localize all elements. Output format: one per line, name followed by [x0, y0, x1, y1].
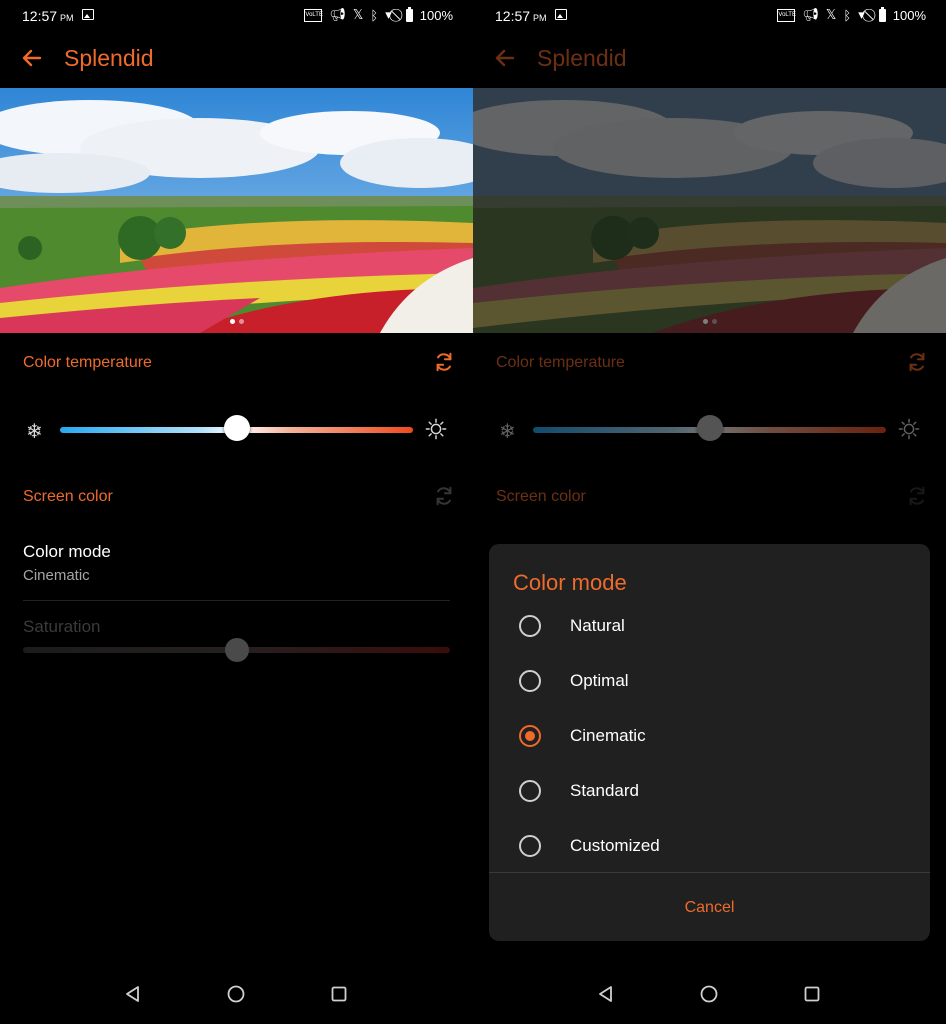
option-label: Standard — [570, 781, 639, 800]
pager-dot — [229, 319, 235, 324]
dialog-divider — [489, 872, 930, 873]
cancel-button[interactable]: Cancel — [489, 884, 930, 932]
bluetooth-icon: ᛒ — [370, 7, 379, 23]
x-icon: 𝕏 — [825, 7, 837, 22]
splendid-screen: 12:57PM VoLTE 📢︎ 𝕏 ᛒ ▾ ⃠ 100% Splendid — [0, 0, 473, 1024]
color-temperature-title: Color temperature — [23, 354, 152, 371]
saturation-label: Saturation — [23, 617, 101, 636]
color-temperature-thumb — [696, 415, 723, 441]
arrow-left-icon — [495, 49, 515, 67]
pager-dot — [702, 319, 708, 324]
option-label: Cinematic — [570, 726, 646, 745]
status-time: 12:57 PM — [22, 8, 74, 24]
option-label: Optimal — [570, 671, 629, 690]
back-triangle-icon[interactable] — [123, 984, 143, 1004]
battery-icon — [878, 6, 886, 22]
preview-image[interactable] — [0, 88, 473, 333]
radio-button[interactable] — [519, 835, 541, 857]
color-temperature-slider-row: ❄ — [473, 410, 946, 450]
page-title: Splendid — [64, 45, 154, 71]
nav-bar — [0, 968, 473, 1024]
recents-square-icon[interactable] — [329, 984, 349, 1004]
option-natural[interactable]: Natural — [489, 601, 930, 651]
divider — [23, 600, 450, 601]
app-bar: Splendid — [473, 32, 946, 87]
color-temperature-title: Color temperature — [496, 354, 625, 371]
color-mode-dialog: Color mode Natural Optimal Cinematic Sta… — [489, 544, 930, 941]
color-mode-item[interactable]: Color mode Cinematic — [23, 542, 450, 584]
status-icons: VoLTE 📢︎ 𝕏 ᛒ ▾ ⃠ 100% — [777, 6, 926, 23]
volte-icon: VoLTE — [777, 8, 796, 22]
radio-button[interactable] — [519, 615, 541, 637]
refresh-icon — [909, 486, 925, 506]
color-temperature-slider-row: ❄ — [0, 410, 473, 450]
preview-image — [473, 88, 946, 333]
option-standard[interactable]: Standard — [489, 766, 930, 816]
app-bar: Splendid — [0, 32, 473, 87]
pager-dot — [711, 319, 717, 324]
color-temperature-thumb[interactable] — [223, 415, 250, 441]
screen-color-title: Screen color — [496, 488, 586, 505]
radio-button[interactable] — [519, 670, 541, 692]
pager-dot — [238, 319, 244, 324]
flower-field-image — [473, 88, 946, 333]
flower-field-image — [0, 88, 473, 333]
snowflake-icon: ❄ — [499, 421, 516, 443]
refresh-icon[interactable] — [433, 485, 455, 507]
home-circle-icon[interactable] — [699, 984, 719, 1004]
home-circle-icon[interactable] — [226, 984, 246, 1004]
wifi-icon: ▾ — [385, 7, 392, 22]
battery-percent: 100% — [892, 7, 926, 23]
volte-icon: VoLTE — [304, 8, 323, 22]
status-bar: 12:57PM VoLTE 📢︎ 𝕏 ᛒ ▾ ⃠ 100% — [473, 0, 946, 32]
status-icons: VoLTE 📢︎ 𝕏 ᛒ ▾ ⃠ 100% — [304, 6, 453, 23]
arrow-left-icon[interactable] — [20, 46, 44, 70]
dialog-title: Color mode — [513, 570, 627, 595]
preview-pager — [0, 311, 473, 329]
refresh-icon[interactable] — [433, 351, 455, 373]
color-mode-label: Color mode — [23, 542, 111, 561]
option-cinematic[interactable]: Cinematic — [489, 711, 930, 761]
battery-percent: 100% — [419, 7, 453, 23]
page-title: Splendid — [537, 45, 627, 71]
status-bar: 12:57PM VoLTE 📢︎ 𝕏 ᛒ ▾ ⃠ 100% — [0, 0, 473, 32]
radio-button-selected[interactable] — [519, 725, 541, 747]
gallery-notification-icon — [555, 9, 567, 20]
option-label: Natural — [570, 616, 625, 635]
back-triangle-icon[interactable] — [596, 984, 616, 1004]
x-icon: 𝕏 — [352, 7, 364, 22]
bluetooth-icon: ᛒ — [843, 7, 852, 23]
preview-pager — [473, 311, 946, 329]
battery-icon — [405, 6, 413, 22]
splendid-screen-dialog: 12:57PM VoLTE 📢︎ 𝕏 ᛒ ▾ ⃠ 100% Splendid — [473, 0, 946, 1024]
nav-bar — [473, 968, 946, 1024]
recents-square-icon[interactable] — [802, 984, 822, 1004]
snowflake-icon: ❄ — [26, 421, 43, 443]
megaphone-icon: 📢︎ — [802, 7, 819, 22]
sun-icon — [898, 418, 920, 440]
status-time: 12:57 PM — [495, 8, 547, 24]
saturation-thumb — [224, 638, 249, 662]
option-customized[interactable]: Customized — [489, 821, 930, 871]
wifi-icon: ▾ — [858, 7, 865, 22]
gallery-notification-icon — [82, 9, 94, 20]
refresh-icon — [909, 352, 925, 372]
megaphone-icon: 📢︎ — [329, 7, 346, 22]
screen-color-title: Screen color — [23, 488, 113, 505]
radio-button[interactable] — [519, 780, 541, 802]
sun-icon — [425, 418, 447, 440]
color-mode-value: Cinematic — [23, 567, 90, 584]
option-label: Customized — [570, 836, 660, 855]
option-optimal[interactable]: Optimal — [489, 656, 930, 706]
